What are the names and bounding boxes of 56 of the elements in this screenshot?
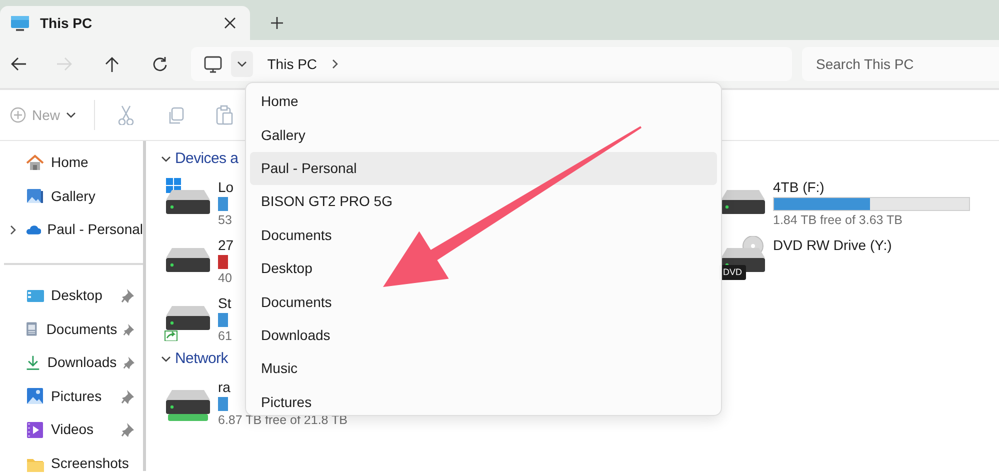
sidebar-item[interactable]: Pictures xyxy=(0,380,143,414)
menu-item[interactable]: Documents xyxy=(250,218,717,252)
menu-item[interactable]: Paul - Personal xyxy=(250,152,717,186)
section-header: Devices a xyxy=(175,148,238,169)
menu-item[interactable]: BISON GT2 PRO 5G xyxy=(250,185,717,219)
caret-icon xyxy=(66,112,76,118)
sidebar-item[interactable]: Screenshots xyxy=(0,446,143,476)
refresh-icon xyxy=(152,56,167,72)
drive-name[interactable]: St xyxy=(218,294,232,312)
search-field[interactable]: Search This PC xyxy=(802,47,999,81)
monitor-icon xyxy=(203,54,224,74)
menu-item[interactable]: Gallery xyxy=(250,118,717,152)
free-space-text: 1.84 TB free of 3.63 TB xyxy=(773,212,904,229)
plus-circle-icon xyxy=(10,107,26,123)
free-space-text: 53 xyxy=(218,212,233,229)
scissors-icon xyxy=(117,105,136,125)
chevron-down-icon xyxy=(237,61,248,67)
sidebar-item[interactable]: Gallery xyxy=(0,180,143,214)
sidebar-item[interactable]: Videos xyxy=(0,413,143,447)
breadcrumb-item[interactable]: This PC xyxy=(267,54,318,74)
section-chevron-icon[interactable] xyxy=(161,156,171,162)
gallery-icon xyxy=(26,187,45,206)
video-icon xyxy=(26,420,45,439)
menu-item[interactable]: Music xyxy=(250,352,717,386)
free-space-text: 40 xyxy=(218,270,233,287)
menu-item[interactable]: Documents xyxy=(250,285,717,319)
sidebar-item[interactable]: Paul - Personal xyxy=(0,213,143,247)
forward-icon xyxy=(57,56,74,72)
free-space-text: 61 xyxy=(218,328,232,345)
expand-chevron-icon[interactable] xyxy=(10,224,17,235)
monitor-icon xyxy=(10,14,30,32)
sidebar-item[interactable]: Home xyxy=(0,146,143,180)
back-icon xyxy=(10,56,26,72)
section-chevron-icon[interactable] xyxy=(161,356,171,362)
drive-name[interactable]: DVD RW Drive (Y:) xyxy=(773,236,892,254)
picture-icon xyxy=(26,387,45,406)
sidebar-item[interactable]: Downloads xyxy=(0,346,143,380)
sidebar-item[interactable]: Documents xyxy=(0,312,143,346)
home-icon xyxy=(26,154,45,172)
menu-item[interactable]: Desktop xyxy=(250,252,717,286)
menu-item[interactable]: Downloads xyxy=(250,318,717,352)
chevron-right-icon xyxy=(332,59,339,69)
drive-name[interactable]: 4TB (F:) xyxy=(773,178,970,196)
menu-item[interactable]: Home xyxy=(250,85,717,118)
sidebar-item[interactable]: Desktop xyxy=(0,278,143,312)
address-bar[interactable]: This PC xyxy=(191,47,792,81)
download-icon xyxy=(24,354,42,372)
tab[interactable]: This PC xyxy=(0,6,250,40)
address-dropdown-button[interactable] xyxy=(231,51,254,77)
drive-name[interactable]: 27 xyxy=(218,236,234,254)
drive-name[interactable]: Lo xyxy=(218,178,234,196)
close-icon xyxy=(223,16,237,30)
up-icon xyxy=(104,56,120,72)
paste-icon xyxy=(215,105,234,125)
plus-icon xyxy=(270,16,284,30)
section-header: Network xyxy=(175,348,228,369)
